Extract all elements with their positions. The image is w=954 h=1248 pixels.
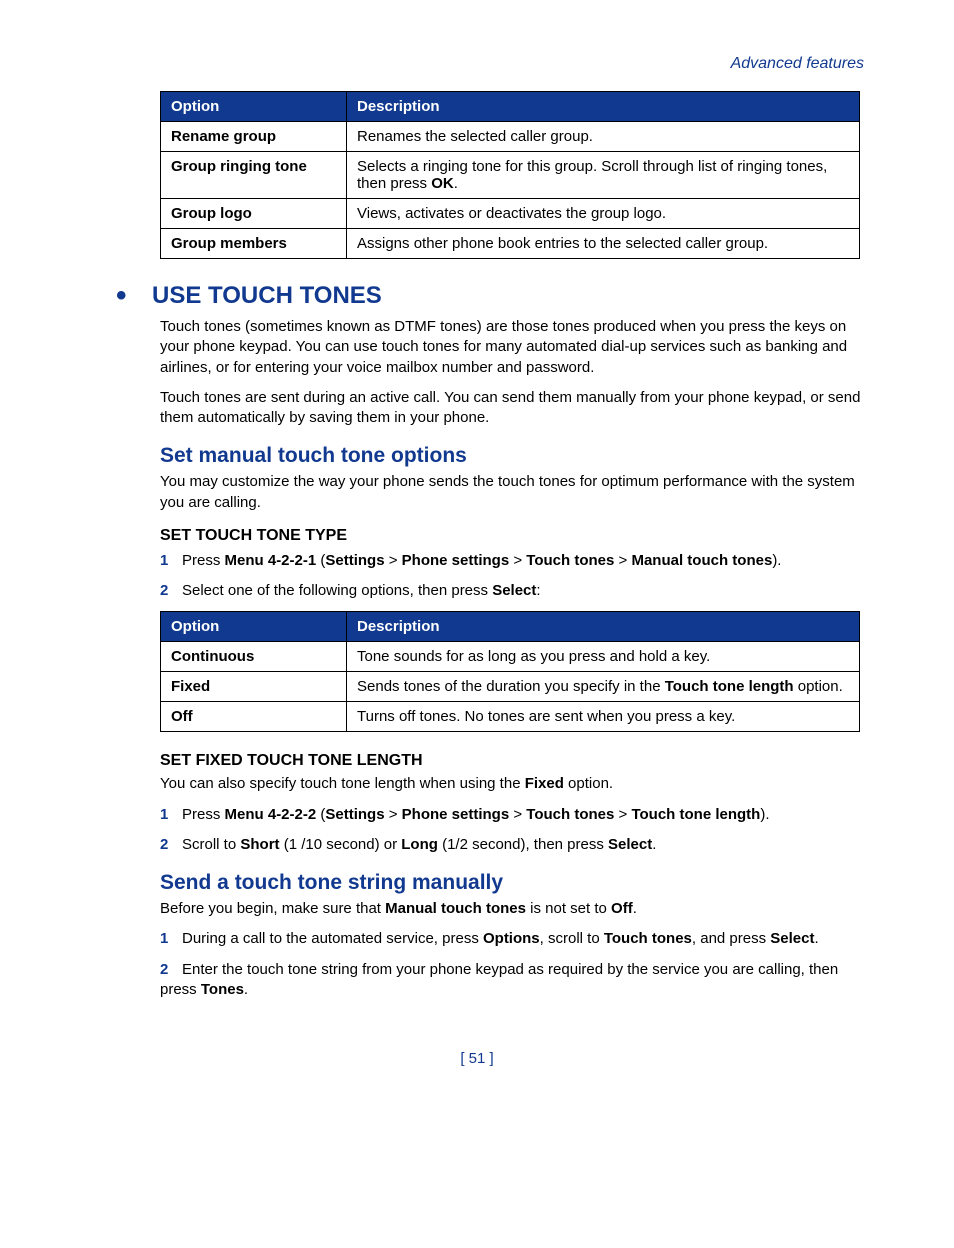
cell-option: Fixed — [161, 672, 347, 702]
step-2: 2Enter the touch tone string from your p… — [160, 960, 864, 1001]
col-description: Description — [347, 612, 860, 642]
col-description: Description — [347, 92, 860, 122]
table-header-row: Option Description — [161, 92, 860, 122]
col-option: Option — [161, 92, 347, 122]
table-row: Continuous Tone sounds for as long as yo… — [161, 642, 860, 672]
cell-desc: Selects a ringing tone for this group. S… — [347, 152, 860, 199]
heading-use-touch-tones: •USE TOUCH TONES — [160, 279, 864, 313]
step-2: 2Select one of the following options, th… — [160, 581, 864, 601]
cell-option: Continuous — [161, 642, 347, 672]
cell-option: Rename group — [161, 122, 347, 152]
heading-set-touch-tone-type: SET TOUCH TONE TYPE — [160, 527, 864, 545]
cell-option: Group ringing tone — [161, 152, 347, 199]
touch-tone-type-table: Option Description Continuous Tone sound… — [160, 611, 860, 732]
header-section: Advanced features — [90, 55, 864, 73]
step-1: 1Press Menu 4-2-2-2 (Settings > Phone se… — [160, 805, 864, 825]
heading-set-manual-options: Set manual touch tone options — [160, 444, 864, 468]
cell-option: Group members — [161, 229, 347, 259]
step-1: 1During a call to the automated service,… — [160, 929, 864, 949]
cell-desc: Assigns other phone book entries to the … — [347, 229, 860, 259]
heading-set-fixed-length: SET FIXED TOUCH TONE LENGTH — [160, 752, 864, 770]
table-header-row: Option Description — [161, 612, 860, 642]
cell-desc: Tone sounds for as long as you press and… — [347, 642, 860, 672]
caller-group-table: Option Description Rename group Renames … — [160, 91, 860, 259]
step-2: 2Scroll to Short (1 /10 second) or Long … — [160, 835, 864, 855]
cell-option: Group logo — [161, 199, 347, 229]
table-row: Off Turns off tones. No tones are sent w… — [161, 702, 860, 732]
page-number: [ 51 ] — [90, 1050, 864, 1067]
table-row: Group members Assigns other phone book e… — [161, 229, 860, 259]
table-row: Rename group Renames the selected caller… — [161, 122, 860, 152]
page: Advanced features Option Description Ren… — [0, 0, 954, 1107]
paragraph: You may customize the way your phone sen… — [160, 472, 864, 513]
col-option: Option — [161, 612, 347, 642]
cell-desc: Renames the selected caller group. — [347, 122, 860, 152]
bullet-icon: • — [116, 279, 152, 313]
paragraph: Touch tones (sometimes known as DTMF ton… — [160, 317, 864, 378]
cell-desc: Views, activates or deactivates the grou… — [347, 199, 860, 229]
cell-option: Off — [161, 702, 347, 732]
heading-send-string-manually: Send a touch tone string manually — [160, 871, 864, 895]
paragraph: Touch tones are sent during an active ca… — [160, 388, 864, 429]
table-row: Fixed Sends tones of the duration you sp… — [161, 672, 860, 702]
paragraph: You can also specify touch tone length w… — [160, 774, 864, 794]
paragraph: Before you begin, make sure that Manual … — [160, 899, 864, 919]
cell-desc: Sends tones of the duration you specify … — [347, 672, 860, 702]
cell-desc: Turns off tones. No tones are sent when … — [347, 702, 860, 732]
step-1: 1Press Menu 4-2-2-1 (Settings > Phone se… — [160, 551, 864, 571]
table-row: Group logo Views, activates or deactivat… — [161, 199, 860, 229]
table-row: Group ringing tone Selects a ringing ton… — [161, 152, 860, 199]
